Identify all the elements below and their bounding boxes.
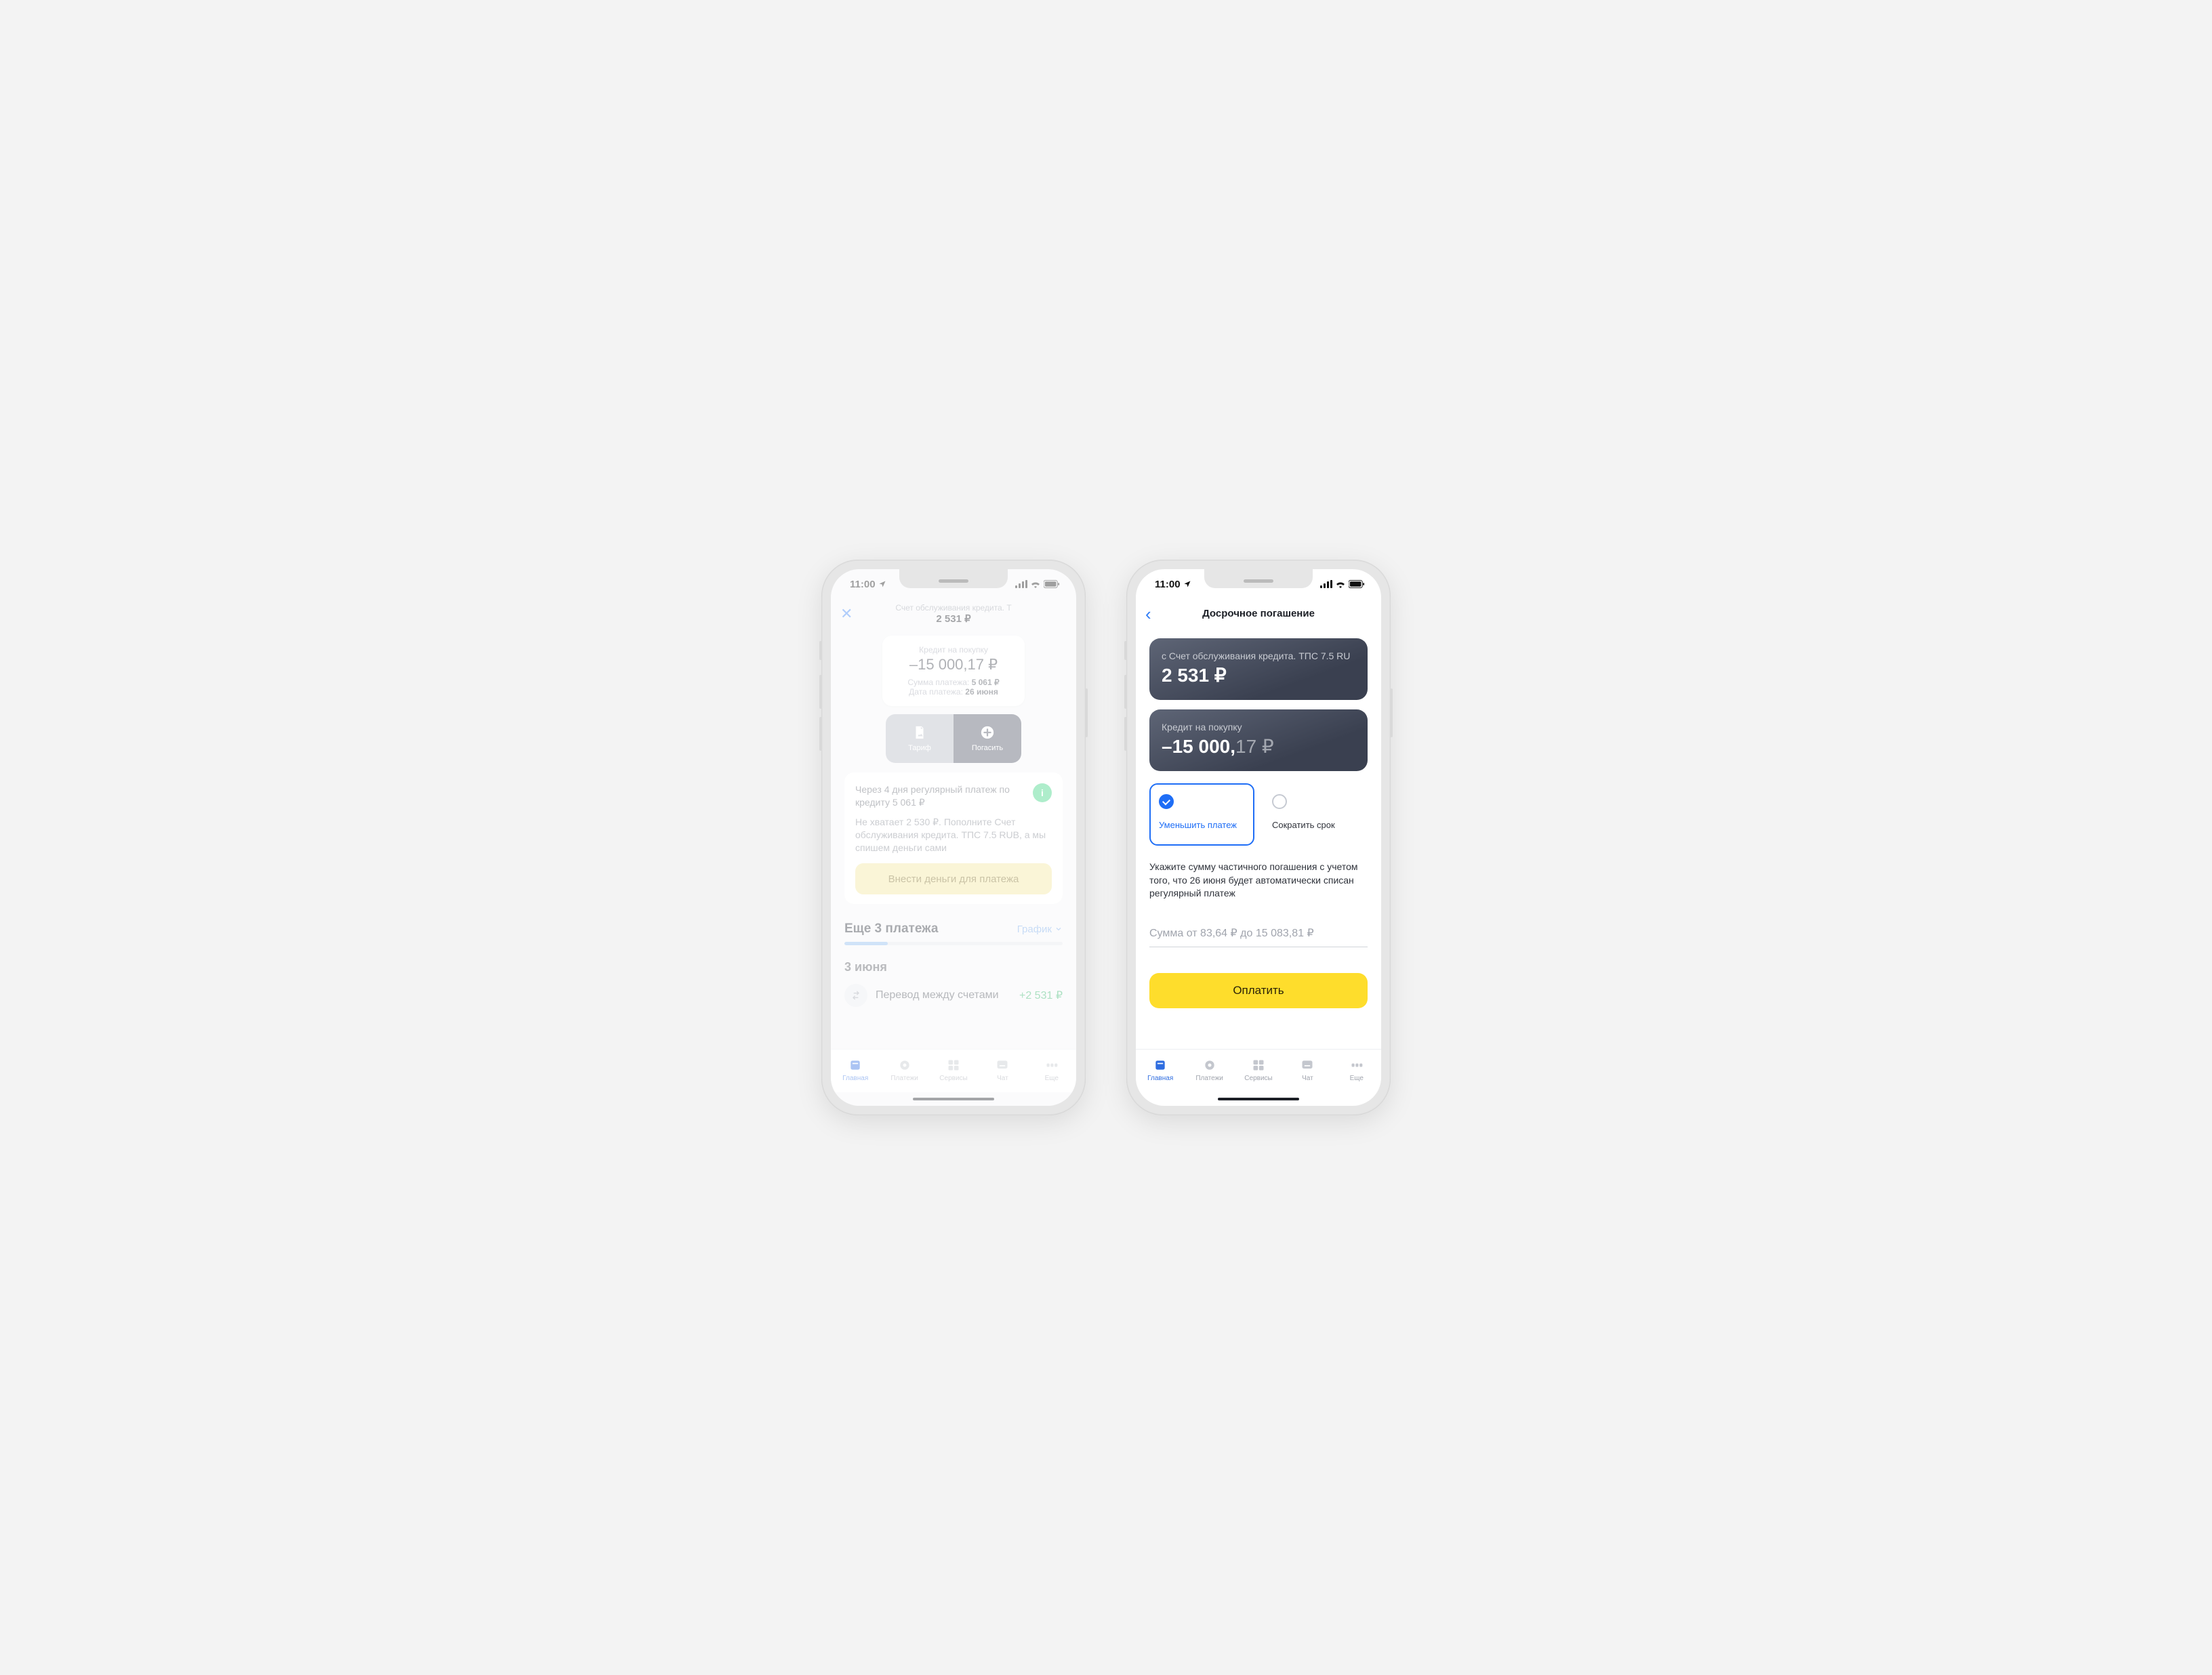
transaction-name: Перевод между счетами xyxy=(876,989,1011,1001)
to-loan-card[interactable]: Кредит на покупку –15 000,17 ₽ xyxy=(1149,709,1368,771)
nav-amount: 2 531 ₽ xyxy=(936,613,970,625)
payments-icon xyxy=(897,1058,912,1073)
location-icon xyxy=(1183,580,1191,588)
transfer-icon xyxy=(844,984,867,1007)
device-notch xyxy=(1204,569,1313,588)
tab-home[interactable]: Главная xyxy=(831,1050,880,1090)
cellular-icon xyxy=(1015,580,1027,588)
to-balance: –15 000,17 ₽ xyxy=(1162,735,1355,758)
amount-placeholder: Сумма от 83,64 ₽ до 15 083,81 ₽ xyxy=(1149,928,1314,939)
tab-chat[interactable]: Чат xyxy=(1283,1050,1332,1090)
home-indicator[interactable] xyxy=(1136,1092,1381,1106)
wifi-icon xyxy=(1030,580,1041,588)
amount-input[interactable]: Сумма от 83,64 ₽ до 15 083,81 ₽ xyxy=(1149,919,1368,947)
chat-icon xyxy=(995,1058,1010,1073)
nav-title: Досрочное погашение xyxy=(1202,608,1315,619)
transaction-amount: +2 531 ₽ xyxy=(1019,989,1063,1002)
services-icon xyxy=(946,1058,961,1073)
tab-services[interactable]: Сервисы xyxy=(1234,1050,1283,1090)
battery-icon xyxy=(1044,580,1060,588)
battery-icon xyxy=(1349,580,1365,588)
from-balance: 2 531 ₽ xyxy=(1162,664,1355,686)
payments-icon xyxy=(1202,1058,1217,1073)
notice-headline: Через 4 дня регулярный платеж по кредиту… xyxy=(855,783,1026,809)
tab-bar: Главная Платежи Сервисы Чат Еще xyxy=(831,1049,1076,1092)
info-icon[interactable]: i xyxy=(1033,783,1052,802)
phone-mockup-left: 11:00 ✕ Счет обслуживания кредита. Т 2 5… xyxy=(821,560,1086,1115)
back-icon[interactable]: ‹ xyxy=(1145,604,1151,625)
close-icon[interactable]: ✕ xyxy=(840,605,853,623)
repay-button[interactable]: Погасить xyxy=(954,714,1021,763)
wifi-icon xyxy=(1335,580,1346,588)
document-icon xyxy=(912,725,927,740)
chat-icon xyxy=(1300,1058,1315,1073)
location-icon xyxy=(878,580,886,588)
radio-checked-icon xyxy=(1159,794,1174,809)
payment-notice-card: Через 4 дня регулярный платеж по кредиту… xyxy=(844,772,1063,904)
amount-hint: Укажите сумму частичного погашения с уче… xyxy=(1149,861,1368,901)
device-notch xyxy=(899,569,1008,588)
tab-more[interactable]: Еще xyxy=(1027,1050,1076,1090)
tab-chat[interactable]: Чат xyxy=(978,1050,1027,1090)
nav-bar: ✕ Счет обслуживания кредита. Т 2 531 ₽ xyxy=(831,599,1076,629)
home-indicator[interactable] xyxy=(831,1092,1076,1106)
cellular-icon xyxy=(1320,580,1332,588)
home-icon xyxy=(1153,1058,1168,1073)
home-icon xyxy=(848,1058,863,1073)
status-time: 11:00 xyxy=(850,579,876,590)
services-icon xyxy=(1251,1058,1266,1073)
option-reduce-term[interactable]: Сократить срок xyxy=(1263,783,1368,846)
action-segment: Тариф Погасить xyxy=(886,714,1021,763)
tab-services[interactable]: Сервисы xyxy=(929,1050,978,1090)
option-reduce-payment[interactable]: Уменьшить платеж xyxy=(1149,783,1254,846)
nav-bar: ‹ Досрочное погашение xyxy=(1136,599,1381,629)
loan-balance: –15 000,17 ₽ xyxy=(890,656,1017,674)
tab-payments[interactable]: Платежи xyxy=(880,1050,928,1090)
phone-mockup-right: 11:00 ‹ Досрочное погашение с Счет обслу… xyxy=(1126,560,1391,1115)
radio-unchecked-icon xyxy=(1272,794,1287,809)
plus-circle-icon xyxy=(980,725,995,740)
more-icon xyxy=(1044,1058,1059,1073)
tab-bar: Главная Платежи Сервисы Чат Еще xyxy=(1136,1049,1381,1092)
notice-body: Не хватает 2 530 ₽. Пополните Счет обслу… xyxy=(855,816,1052,854)
tab-more[interactable]: Еще xyxy=(1332,1050,1381,1090)
deposit-button[interactable]: Внести деньги для платежа xyxy=(855,863,1052,894)
tariff-button[interactable]: Тариф xyxy=(886,714,954,763)
to-label: Кредит на покупку xyxy=(1162,722,1355,732)
schedule-title: Еще 3 платежа xyxy=(844,922,938,936)
more-icon xyxy=(1349,1058,1364,1073)
loan-summary-card[interactable]: Кредит на покупку –15 000,17 ₽ Сумма пла… xyxy=(882,636,1025,706)
loan-label: Кредит на покупку xyxy=(890,645,1017,655)
nav-subtitle: Счет обслуживания кредита. Т xyxy=(831,603,1076,613)
pay-button[interactable]: Оплатить xyxy=(1149,973,1368,1008)
chevron-down-icon xyxy=(1054,925,1063,933)
tab-payments[interactable]: Платежи xyxy=(1185,1050,1233,1090)
tab-home[interactable]: Главная xyxy=(1136,1050,1185,1090)
transaction-row[interactable]: Перевод между счетами +2 531 ₽ xyxy=(844,984,1063,1007)
schedule-link[interactable]: График xyxy=(1017,924,1063,935)
transaction-date: 3 июня xyxy=(844,960,1063,974)
schedule-progress xyxy=(844,942,1063,945)
status-time: 11:00 xyxy=(1155,579,1181,590)
from-label: с Счет обслуживания кредита. ТПС 7.5 RU xyxy=(1162,650,1355,661)
from-account-card[interactable]: с Счет обслуживания кредита. ТПС 7.5 RU … xyxy=(1149,638,1368,700)
